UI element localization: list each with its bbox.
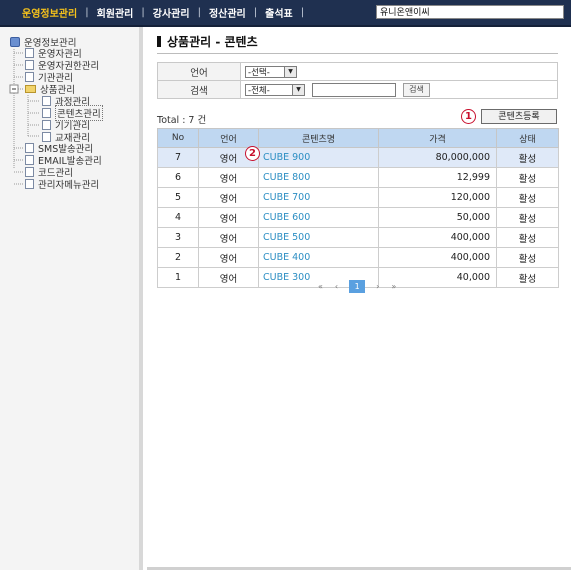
tree-label: 관리자메뉴관리 [38, 180, 100, 191]
cell-no: 3 [157, 227, 199, 248]
search-label: 검색 [157, 80, 241, 99]
cell-status: 활성 [496, 147, 559, 168]
nav-separator: | [85, 7, 89, 18]
nav-item-settlement[interactable]: 정산관리 [209, 5, 246, 20]
top-nav: 운영정보관리 | 회원관리 | 강사관리 | 정산관리 | 출석표 | [22, 0, 312, 25]
nav-item-attendance[interactable]: 출석표 [265, 5, 293, 20]
chevron-down-icon: ▼ [284, 66, 296, 77]
column-header-content-name: 콘텐츠명 [258, 128, 379, 148]
search-field-select[interactable]: -전체- ▼ [245, 83, 305, 96]
cell-content-name-link[interactable]: CUBE 900 [258, 147, 379, 168]
nav-separator: | [253, 7, 258, 18]
table-row[interactable]: 5 영어 CUBE 700 120,000 활성 [157, 187, 559, 208]
cell-content-name-link[interactable]: CUBE 600 [258, 207, 379, 228]
cell-status: 활성 [496, 227, 559, 248]
cell-status: 활성 [496, 207, 559, 228]
cell-language: 영어 [198, 267, 259, 288]
document-icon [42, 120, 51, 130]
document-icon [25, 60, 34, 70]
nav-item-instructors[interactable]: 강사관리 [153, 5, 190, 20]
search-input[interactable] [312, 82, 397, 97]
document-icon [42, 96, 51, 106]
cell-price: 400,000 [378, 227, 497, 248]
filter-form: 언어 -선택- ▼ 검색 -전체- ▼ 검색 [157, 62, 558, 99]
cell-status: 활성 [496, 267, 559, 288]
cell-price: 400,000 [378, 247, 497, 268]
cell-content-name-link[interactable]: CUBE 800 [258, 167, 379, 188]
top-nav-bar: 운영정보관리 | 회원관리 | 강사관리 | 정산관리 | 출석표 | 유니온앤… [0, 0, 571, 27]
document-icon [42, 108, 51, 118]
column-header-no: No [157, 128, 199, 148]
page-title-text: 상품관리 - 콘텐츠 [167, 35, 258, 49]
sidebar-item-admin-menu[interactable]: 관리자메뉴관리 [25, 178, 100, 191]
cell-content-name-link[interactable]: CUBE 500 [258, 227, 379, 248]
title-divider [157, 53, 558, 54]
nav-separator: | [197, 7, 201, 18]
sidebar: 운영정보관리 운영자관리 운영자권한관리 기관관리 상품관리 과정관리 콘텐츠관… [0, 27, 143, 570]
pagination: « ‹ 1 › » [312, 280, 402, 293]
cell-price: 80,000,000 [378, 147, 497, 168]
title-bullet [157, 36, 161, 47]
table-row[interactable]: 2 영어 CUBE 400 400,000 활성 [157, 247, 559, 268]
language-label: 언어 [157, 62, 241, 81]
nav-item-members[interactable]: 회원관리 [97, 5, 134, 20]
cell-price: 12,999 [378, 167, 497, 188]
chevron-down-icon: ▼ [292, 84, 304, 95]
cell-content-name-link[interactable]: CUBE 700 [258, 187, 379, 208]
last-page-icon[interactable]: » [391, 282, 396, 291]
table-row[interactable]: 6 영어 CUBE 800 12,999 활성 [157, 167, 559, 188]
content-table: No 언어 콘텐츠명 가격 상태 7 영어 CUBE 900 80,000,00… [157, 128, 559, 288]
language-select-value: -선택- [248, 67, 270, 78]
cell-price: 120,000 [378, 187, 497, 208]
first-page-icon[interactable]: « [318, 282, 323, 291]
cell-language: 영어 [198, 247, 259, 268]
total-count: Total : 7 건 [157, 115, 207, 126]
table-row[interactable]: 3 영어 CUBE 500 400,000 활성 [157, 227, 559, 248]
company-name-field: 유니온앤이씨 [376, 5, 564, 19]
monitor-icon [10, 37, 20, 47]
cell-no: 5 [157, 187, 199, 208]
nav-separator: | [300, 7, 305, 18]
language-select[interactable]: -선택- ▼ [245, 65, 297, 78]
next-page-icon[interactable]: › [376, 282, 379, 291]
page-current[interactable]: 1 [349, 280, 366, 293]
callout-marker-2: 2 [245, 146, 260, 161]
column-header-status: 상태 [496, 128, 559, 148]
cell-price: 50,000 [378, 207, 497, 228]
prev-page-icon[interactable]: ‹ [335, 282, 338, 291]
callout-marker-1: 1 [461, 109, 476, 124]
search-button[interactable]: 검색 [403, 82, 430, 97]
column-header-language: 언어 [198, 128, 259, 148]
table-header-row: No 언어 콘텐츠명 가격 상태 [157, 128, 559, 148]
page-title: 상품관리 - 콘텐츠 [157, 33, 258, 50]
nav-item-operation-info[interactable]: 운영정보관리 [22, 5, 77, 20]
document-icon [25, 167, 34, 177]
search-field-select-value: -전체- [248, 85, 270, 96]
cell-status: 활성 [496, 247, 559, 268]
cell-language: 영어 [198, 167, 259, 188]
document-icon [25, 72, 34, 82]
cell-language: 영어 [198, 227, 259, 248]
register-content-button[interactable]: 콘텐츠등록 [481, 109, 557, 124]
cell-no: 1 [157, 267, 199, 288]
cell-status: 활성 [496, 167, 559, 188]
column-header-price: 가격 [378, 128, 497, 148]
document-icon [25, 48, 34, 58]
document-icon [25, 155, 34, 165]
cell-language: 영어 [198, 187, 259, 208]
cell-content-name-link[interactable]: CUBE 400 [258, 247, 379, 268]
cell-no: 7 [157, 147, 199, 168]
cell-no: 6 [157, 167, 199, 188]
document-icon [25, 143, 34, 153]
cell-language: 영어 [198, 207, 259, 228]
nav-separator: | [141, 7, 145, 18]
cell-status: 활성 [496, 187, 559, 208]
folder-open-icon [25, 85, 36, 93]
cell-no: 4 [157, 207, 199, 228]
table-row[interactable]: 7 영어 CUBE 900 80,000,000 활성 [157, 147, 559, 168]
table-row[interactable]: 4 영어 CUBE 600 50,000 활성 [157, 207, 559, 228]
cell-no: 2 [157, 247, 199, 268]
document-icon [25, 179, 34, 189]
